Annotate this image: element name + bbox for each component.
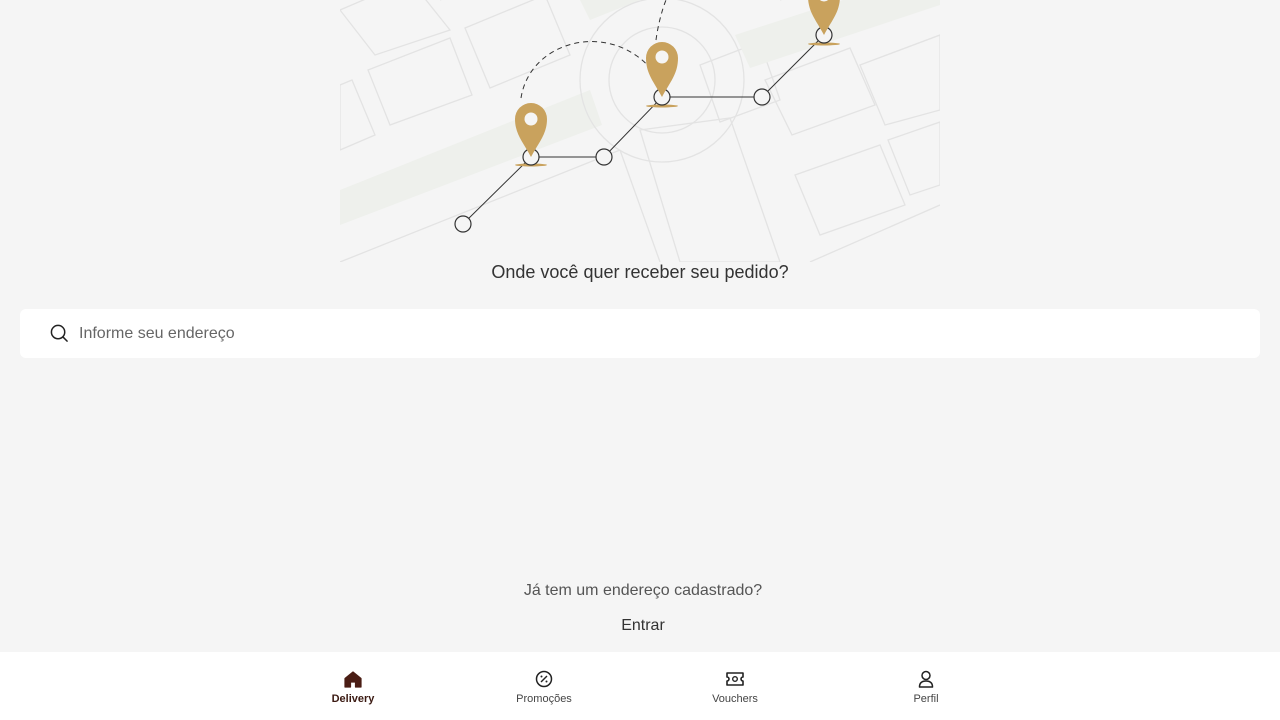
- app-page: Onde você quer receber seu pedido? Já te…: [0, 0, 1280, 720]
- login-button[interactable]: Entrar: [603, 616, 683, 636]
- nav-label-delivery: Delivery: [331, 693, 375, 705]
- nav-item-delivery[interactable]: Delivery: [293, 652, 413, 720]
- ticket-icon: [725, 670, 745, 688]
- address-search-input[interactable]: [79, 324, 1248, 343]
- home-icon: [343, 670, 363, 688]
- nav-label-perfil: Perfil: [913, 693, 939, 705]
- discount-badge-icon: [534, 670, 554, 688]
- user-icon: [916, 670, 936, 688]
- address-search-box[interactable]: [20, 309, 1260, 358]
- delivery-question: Onde você quer receber seu pedido?: [491, 262, 789, 282]
- nav-item-vouchers[interactable]: Vouchers: [675, 652, 795, 720]
- nav-label-promocoes: Promoções: [516, 693, 572, 705]
- nav-item-promocoes[interactable]: Promoções: [484, 652, 604, 720]
- nav-label-vouchers: Vouchers: [712, 693, 758, 705]
- delivery-map-illustration: [340, 0, 940, 262]
- registered-address-prompt: Já tem um endereço cadastrado?: [523, 582, 763, 599]
- nav-item-perfil[interactable]: Perfil: [866, 652, 986, 720]
- search-icon: [50, 324, 70, 344]
- bottom-navigation: Delivery Promoções Vouchers Perfil: [0, 652, 1280, 720]
